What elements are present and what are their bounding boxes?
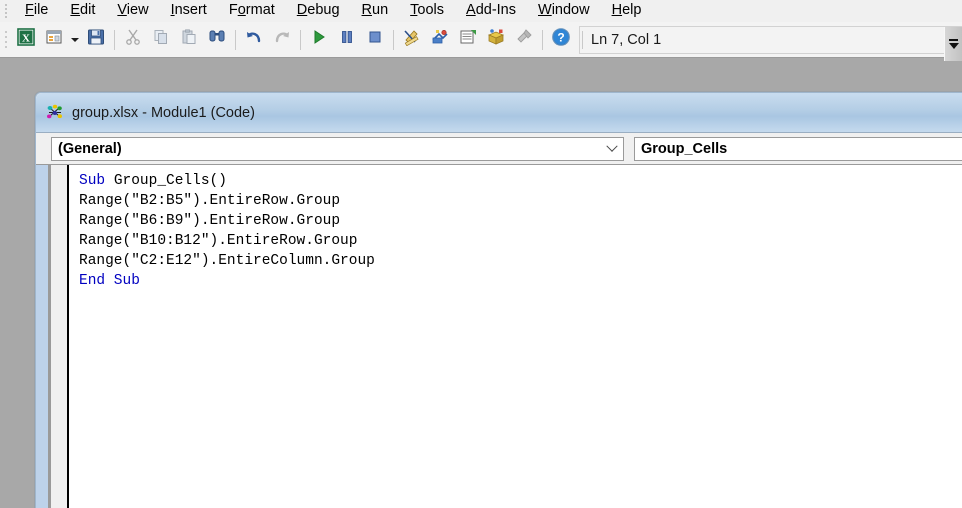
view-excel-button[interactable]: X (12, 26, 40, 54)
menu-item-insert[interactable]: Insert (160, 0, 218, 21)
svg-text:?: ? (557, 31, 564, 45)
breakpoint-margin[interactable] (51, 165, 69, 508)
code-keyword: Sub (79, 173, 114, 189)
find-icon (208, 28, 226, 51)
redo-button[interactable] (268, 26, 296, 54)
standard-toolbar: X ? Ln 7, Col 1 (0, 22, 962, 61)
code-window: group.xlsx - Module1 (Code) (General) Gr… (35, 92, 962, 508)
code-text: Group_Cells() (113, 173, 227, 189)
properties-window-button[interactable] (454, 26, 482, 54)
toolbar-overflow-icon (949, 38, 958, 41)
menu-drag-grip-icon[interactable] (2, 3, 10, 19)
project-explorer-icon (431, 28, 449, 51)
toolbar-drag-grip-icon[interactable] (2, 29, 10, 51)
properties-window-icon (459, 28, 477, 51)
chevron-down-icon (948, 42, 959, 49)
code-text: Range("B2:B5").EntireRow.Group (79, 193, 341, 209)
menu-item-window[interactable]: Window (527, 0, 601, 21)
vba-module-icon (46, 104, 64, 122)
toolbar-separator (114, 29, 115, 50)
code-window-combo-row: (General) Group_Cells (36, 133, 962, 165)
menu-item-run[interactable]: Run (351, 0, 400, 21)
svg-text:X: X (22, 33, 30, 45)
code-window-title: group.xlsx - Module1 (Code) (72, 104, 255, 121)
redo-icon (273, 28, 291, 51)
code-text: Range("C2:E12").EntireColumn.Group (79, 253, 375, 269)
undo-button[interactable] (240, 26, 268, 54)
code-window-title-bar[interactable]: group.xlsx - Module1 (Code) (36, 93, 962, 133)
break-button[interactable] (333, 26, 361, 54)
run-icon (310, 28, 328, 51)
toolbar-separator (235, 29, 236, 50)
code-text-editor[interactable]: Sub Group_Cells() Range("B2:B5").EntireRo… (69, 165, 962, 508)
menu-item-edit[interactable]: Edit (59, 0, 106, 21)
save-button[interactable] (82, 26, 110, 54)
toolbar-separator (393, 29, 394, 50)
reset-button[interactable] (361, 26, 389, 54)
toolbar-separator (542, 29, 543, 50)
project-explorer-button[interactable] (426, 26, 454, 54)
menu-item-add-ins[interactable]: Add-Ins (455, 0, 527, 21)
menu-item-format[interactable]: Format (218, 0, 286, 21)
undo-icon (245, 28, 263, 51)
menu-item-debug[interactable]: Debug (286, 0, 351, 21)
stop-icon (366, 28, 384, 51)
paste-button[interactable] (175, 26, 203, 54)
code-line: Range("B2:B5").EntireRow.Group (79, 191, 962, 211)
chevron-down-icon (71, 37, 79, 42)
toolbar-overflow-button[interactable] (944, 26, 962, 61)
paste-icon (180, 28, 198, 51)
menu-item-tools[interactable]: Tools (399, 0, 455, 21)
vba-editor-window: File Edit View Insert Format Debug Run T… (0, 0, 962, 508)
procedure-dropdown[interactable]: Group_Cells (634, 136, 962, 161)
code-line: Sub Group_Cells() (79, 171, 962, 191)
menu-item-file[interactable]: File (14, 0, 59, 21)
insert-dropdown-button[interactable] (68, 26, 82, 54)
toolbar-separator (582, 30, 583, 49)
chevron-down-icon[interactable] (606, 138, 618, 160)
code-line: Range("C2:E12").EntireColumn.Group (79, 251, 962, 271)
find-button[interactable] (203, 26, 231, 54)
code-line: Range("B10:B12").EntireRow.Group (79, 231, 962, 251)
pause-icon (338, 28, 356, 51)
menu-item-view[interactable]: View (106, 0, 159, 21)
design-mode-icon (403, 28, 421, 51)
object-dropdown-value: (General) (58, 140, 122, 157)
insert-userform-button[interactable] (40, 26, 68, 54)
cursor-position-indicator: Ln 7, Col 1 (579, 25, 962, 61)
object-browser-button[interactable] (482, 26, 510, 54)
insert-userform-icon (45, 28, 63, 51)
menu-bar: File Edit View Insert Format Debug Run T… (0, 0, 962, 22)
object-browser-icon (487, 28, 505, 51)
code-line: Range("B6:B9").EntireRow.Group (79, 211, 962, 231)
code-editor-area: Sub Group_Cells() Range("B2:B5").EntireRo… (36, 165, 962, 508)
toolbar-separator (300, 29, 301, 50)
save-icon (87, 28, 105, 51)
help-icon: ? (551, 27, 571, 52)
code-text: Range("B6:B9").EntireRow.Group (79, 213, 341, 229)
cut-icon (124, 28, 142, 51)
code-text: Range("B10:B12").EntireRow.Group (79, 233, 358, 249)
cut-button[interactable] (119, 26, 147, 54)
code-keyword: End Sub (79, 273, 140, 289)
code-line: End Sub (79, 271, 962, 291)
procedure-dropdown-value: Group_Cells (641, 140, 728, 157)
toolbox-icon (515, 28, 533, 51)
design-mode-button[interactable] (398, 26, 426, 54)
copy-button[interactable] (147, 26, 175, 54)
view-excel-icon: X (17, 28, 35, 51)
copy-icon (152, 28, 170, 51)
object-dropdown[interactable]: (General) (51, 136, 624, 161)
menu-item-help[interactable]: Help (601, 0, 653, 21)
help-button[interactable]: ? (547, 26, 575, 54)
toolbox-button[interactable] (510, 26, 538, 54)
run-button[interactable] (305, 26, 333, 54)
code-window-left-strip (36, 165, 48, 508)
cursor-position-text: Ln 7, Col 1 (591, 31, 662, 48)
